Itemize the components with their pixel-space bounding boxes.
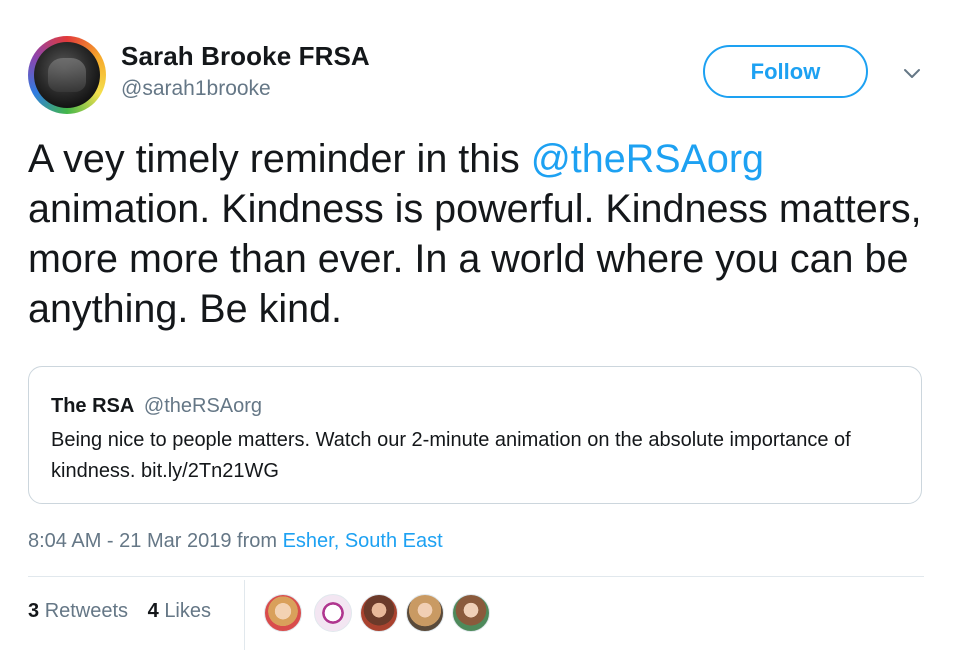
liker-avatar[interactable]	[360, 594, 398, 632]
tweet-text-end: animation. Kindness is powerful. Kindnes…	[28, 187, 922, 331]
retweets-stat[interactable]: 3 Retweets	[28, 600, 128, 622]
liker-avatar[interactable]	[314, 594, 352, 632]
retweets-count: 3	[28, 600, 40, 622]
divider	[28, 576, 924, 577]
author-display-name[interactable]: Sarah Brooke FRSA	[121, 41, 370, 72]
tweet-timestamp[interactable]: 8:04 AM - 21 Mar 2019	[28, 530, 231, 552]
tweet-text: A vey timely reminder in this @theRSAorg…	[28, 134, 928, 334]
liker-avatar[interactable]	[406, 594, 444, 632]
location-link[interactable]: Esher, South East	[283, 530, 443, 552]
chevron-down-icon[interactable]	[902, 64, 922, 84]
author-handle[interactable]: @sarah1brooke	[121, 77, 271, 101]
quoted-author-name: The RSA	[51, 395, 135, 417]
liker-avatar[interactable]	[264, 594, 302, 632]
tweet-stats: 3 Retweets 4 Likes	[28, 600, 225, 623]
tweet-text-start: A vey timely reminder in this	[28, 137, 531, 181]
quoted-author-handle: @theRSAorg	[143, 395, 263, 417]
quoted-tweet-header: The RSA @theRSAorg	[51, 395, 262, 418]
author-avatar[interactable]	[28, 36, 106, 114]
retweets-label: Retweets	[44, 600, 129, 622]
stats-divider	[244, 580, 245, 650]
mention-link[interactable]: @theRSAorg	[531, 137, 764, 181]
likes-count: 4	[147, 600, 159, 622]
avatar-photo	[34, 42, 100, 108]
quoted-tweet-card[interactable]: The RSA @theRSAorg Being nice to people …	[28, 366, 922, 504]
quoted-tweet-text: Being nice to people matters. Watch our …	[51, 429, 851, 482]
tweet-metadata: 8:04 AM - 21 Mar 2019 from Esher, South …	[28, 530, 443, 553]
likes-label: Likes	[164, 600, 212, 622]
from-label: from	[237, 530, 278, 552]
follow-button[interactable]: Follow	[703, 45, 868, 98]
likes-stat[interactable]: 4 Likes	[148, 600, 211, 622]
liker-avatar[interactable]	[452, 594, 490, 632]
